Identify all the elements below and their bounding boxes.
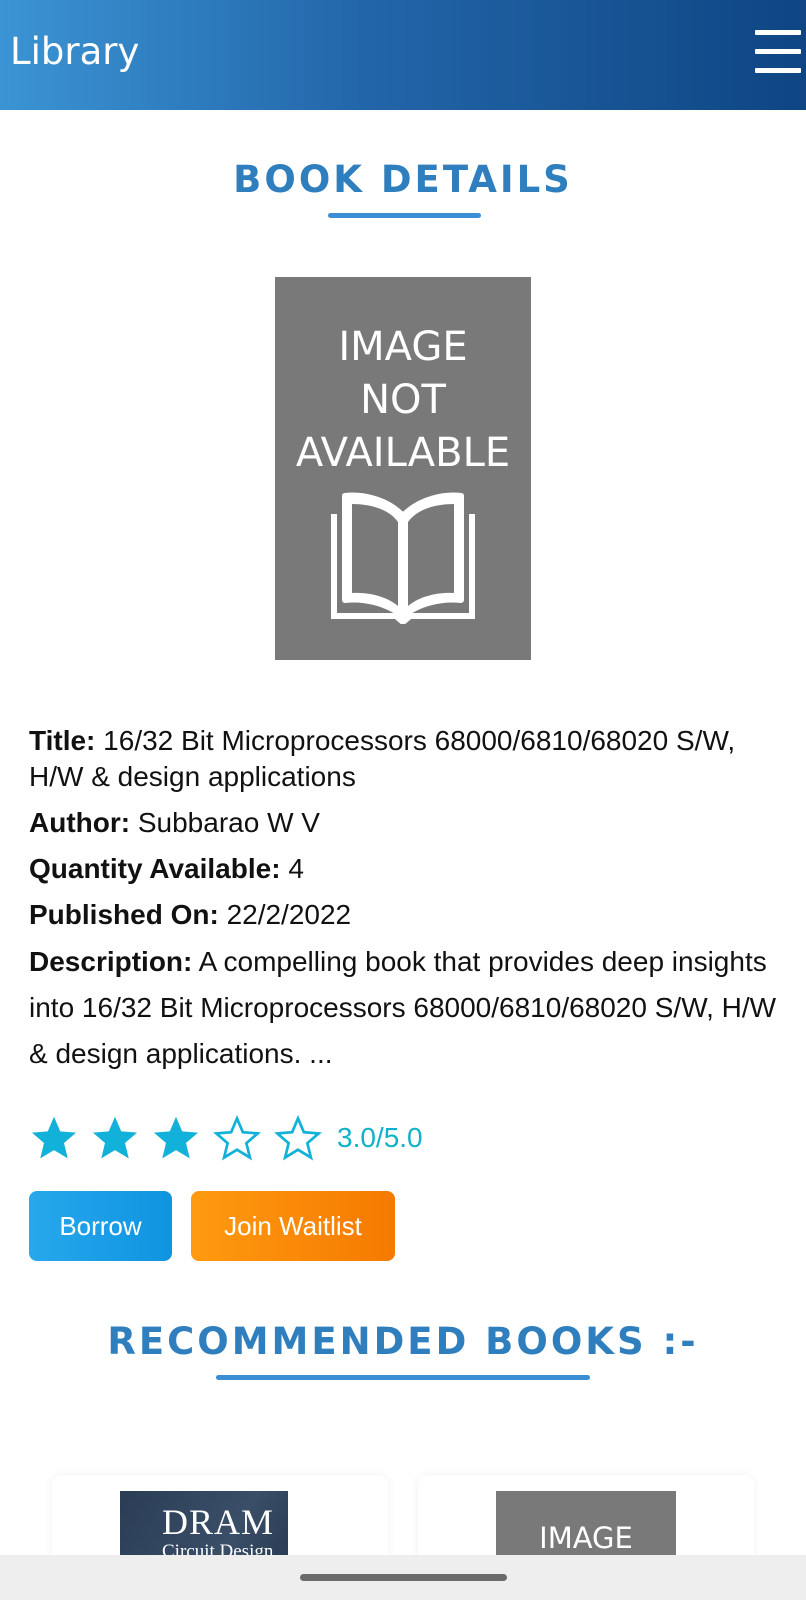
app-title: Library	[10, 30, 140, 73]
published-row: Published On: 22/2/2022	[29, 897, 779, 933]
heading-underline	[328, 213, 481, 218]
book-cover-placeholder: IMAGE NOT AVAILABLE	[275, 277, 531, 660]
title-label: Title:	[29, 725, 96, 756]
published-label: Published On:	[29, 899, 219, 930]
star-outline-icon[interactable]	[212, 1113, 262, 1163]
published-value: 22/2/2022	[226, 899, 352, 930]
star-rating: 3.0/5.0	[29, 1112, 423, 1164]
borrow-button[interactable]: Borrow	[29, 1191, 172, 1261]
star-filled-icon[interactable]	[151, 1113, 201, 1163]
join-waitlist-button[interactable]: Join Waitlist	[191, 1191, 395, 1261]
home-gesture-handle[interactable]	[300, 1574, 507, 1581]
app-header: Library	[0, 0, 806, 110]
cover-text: IMAGE NOT AVAILABLE	[295, 324, 511, 476]
cover-title: DRAM	[162, 1502, 275, 1542]
system-navigation-bar	[0, 1555, 806, 1600]
description-label: Description:	[29, 946, 193, 977]
hamburger-menu-icon[interactable]	[755, 30, 801, 76]
title-row: Title: 16/32 Bit Microprocessors 68000/6…	[29, 723, 779, 795]
open-book-icon	[331, 492, 475, 624]
book-details-heading: BOOK DETAILS	[233, 158, 573, 201]
star-outline-icon[interactable]	[273, 1113, 323, 1163]
author-label: Author:	[29, 807, 131, 838]
cover-text: IMAGE	[539, 1521, 633, 1555]
author-row: Author: Subbarao W V	[29, 805, 779, 841]
title-value: 16/32 Bit Microprocessors 68000/6810/680…	[29, 725, 736, 792]
quantity-value: 4	[288, 853, 304, 884]
recommended-underline	[216, 1375, 590, 1380]
rating-value: 3.0/5.0	[337, 1122, 423, 1153]
star-filled-icon[interactable]	[29, 1113, 79, 1163]
author-value: Subbarao W V	[137, 807, 320, 838]
quantity-label: Quantity Available:	[29, 853, 281, 884]
description-row: Description: A compelling book that prov…	[29, 939, 779, 1077]
quantity-row: Quantity Available: 4	[29, 851, 779, 887]
star-filled-icon[interactable]	[90, 1113, 140, 1163]
recommended-heading: RECOMMENDED BOOKS :-	[107, 1320, 699, 1363]
book-info: Title: 16/32 Bit Microprocessors 68000/6…	[29, 723, 779, 1087]
